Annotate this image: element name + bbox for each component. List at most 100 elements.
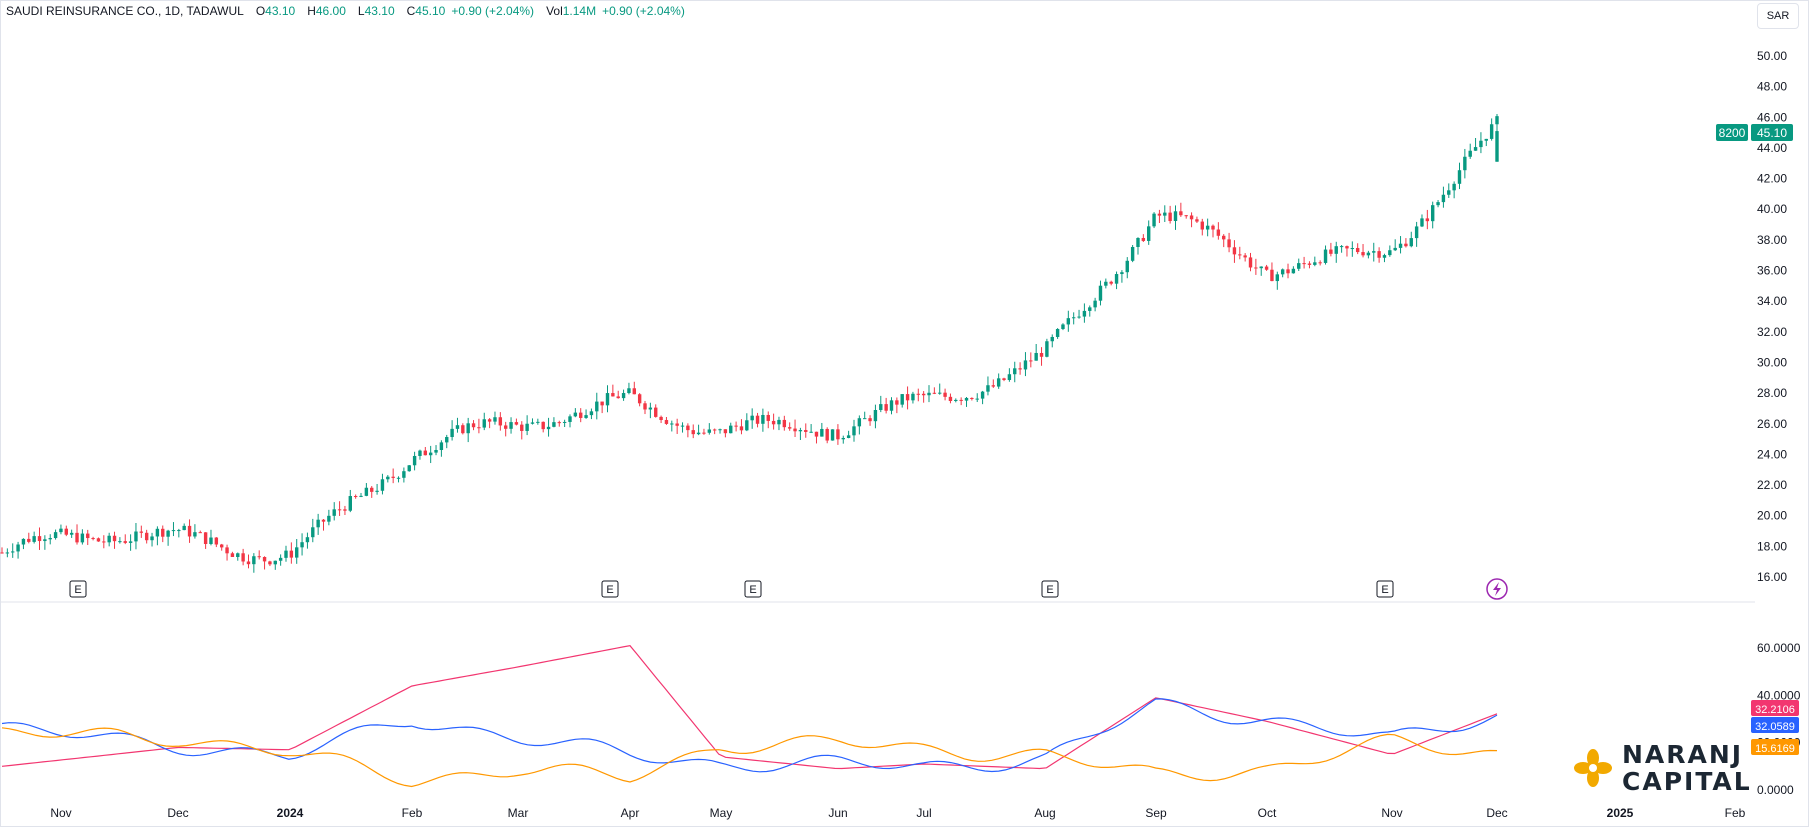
candle-body: [236, 553, 240, 557]
time-axis[interactable]: Nov Dec 2024 Feb Mar Apr May Jun Jul Aug Sep Oct Nov…: [50, 806, 1745, 820]
candle-body: [964, 397, 969, 401]
candle-body: [412, 455, 417, 466]
candle-body: [1286, 269, 1290, 274]
candle-body: [1066, 318, 1071, 325]
candle-body: [1238, 254, 1242, 256]
price-tick-label: 30.00: [1757, 355, 1787, 369]
candle-body: [337, 509, 342, 511]
candle-body: [1382, 255, 1387, 258]
time-tick-label: Feb: [1725, 806, 1746, 820]
price-tick-label: 46.00: [1757, 110, 1787, 124]
candle-body: [771, 420, 776, 425]
candle-body: [123, 541, 127, 543]
candle-body: [654, 407, 658, 417]
candle-body: [353, 496, 358, 498]
time-tick-label: Dec: [1486, 806, 1507, 820]
candle-body: [1398, 243, 1403, 248]
price-chart[interactable]: 16.00 18.00 20.00 22.00 24.00 26.00 28.00 30.00…: [0, 0, 1809, 827]
candle-body: [970, 397, 974, 400]
candle-body: [804, 430, 808, 432]
candle-body: [1457, 170, 1462, 184]
flash-marker[interactable]: [1486, 578, 1508, 600]
candle-body: [809, 431, 813, 433]
time-tick-label: 2025: [1607, 806, 1634, 820]
candle-body: [21, 538, 26, 545]
candle-body: [1420, 218, 1424, 227]
candle-body: [1141, 237, 1146, 241]
candle-body: [1061, 324, 1065, 329]
candle-body: [1173, 211, 1178, 222]
candle-body: [1189, 215, 1194, 220]
candle-body: [514, 422, 519, 425]
candle-body: [1441, 194, 1446, 203]
candle-body: [1393, 247, 1397, 251]
candle-body: [1264, 266, 1269, 270]
candle-body: [702, 432, 706, 434]
candle-body: [750, 415, 754, 421]
time-tick-label: Jul: [916, 806, 931, 820]
candle-body: [1243, 255, 1247, 258]
candle-body: [386, 476, 390, 480]
candle-body: [391, 476, 395, 478]
candle-body: [782, 419, 787, 428]
candle-body: [616, 396, 620, 399]
candle-body: [1248, 257, 1253, 268]
candle-body: [948, 396, 953, 401]
candle-body: [1436, 202, 1440, 206]
candle-body: [1270, 269, 1274, 282]
candle-body: [305, 537, 310, 543]
candle-body: [734, 425, 738, 427]
indicator-line-2: [1, 727, 1498, 788]
candle-body: [670, 423, 674, 425]
candle-body: [1216, 229, 1221, 236]
candle-body: [455, 425, 460, 429]
price-tick-label: 50.00: [1757, 49, 1787, 63]
candle-body: [1468, 150, 1472, 157]
candle-body: [1232, 247, 1237, 255]
indicator-tick-label: 0.0000: [1757, 783, 1794, 797]
candle-body: [1147, 226, 1151, 241]
price-tick-label: 42.00: [1757, 172, 1787, 186]
candle-body: [863, 418, 867, 420]
candle-body: [91, 538, 95, 540]
candle-body: [986, 385, 990, 392]
candle-body: [80, 533, 85, 543]
candle-body: [273, 560, 277, 565]
candle-body: [536, 421, 540, 423]
candle-body: [820, 428, 824, 437]
candle-body: [284, 550, 288, 558]
candle-body: [868, 418, 872, 422]
candle-body: [209, 537, 213, 545]
candle-body: [1130, 246, 1135, 261]
candle-body: [911, 393, 915, 401]
candle-body: [996, 378, 1001, 387]
candle-body: [943, 392, 947, 397]
earnings-marker-label: E: [606, 584, 613, 596]
earnings-marker-label: E: [74, 584, 81, 596]
candle-body: [471, 423, 476, 428]
candle-body: [546, 426, 551, 430]
candle-body: [1473, 147, 1478, 151]
time-tick-label: Apr: [621, 806, 640, 820]
candle-body: [1489, 124, 1494, 139]
candle-body: [252, 556, 256, 565]
candle-body: [1013, 368, 1017, 375]
brand-logo: NARANJ CAPITAL: [1574, 741, 1752, 795]
time-tick-label: Aug: [1034, 806, 1055, 820]
candle-body: [718, 429, 722, 431]
candle-body: [938, 392, 942, 394]
price-tick-label: 26.00: [1757, 417, 1787, 431]
candle-body: [889, 400, 894, 411]
candle-body: [589, 411, 594, 416]
candle-body: [975, 398, 979, 400]
candle-body: [509, 422, 513, 429]
candle-body: [991, 385, 996, 387]
candle-body: [814, 431, 819, 437]
candle-body: [262, 557, 267, 562]
candle-body: [1104, 281, 1108, 286]
candle-body: [102, 541, 106, 543]
indicator-value-text: 15.6169: [1755, 743, 1795, 755]
candle-body: [1350, 248, 1355, 250]
candle-body: [225, 547, 229, 554]
candle-body: [359, 495, 363, 497]
